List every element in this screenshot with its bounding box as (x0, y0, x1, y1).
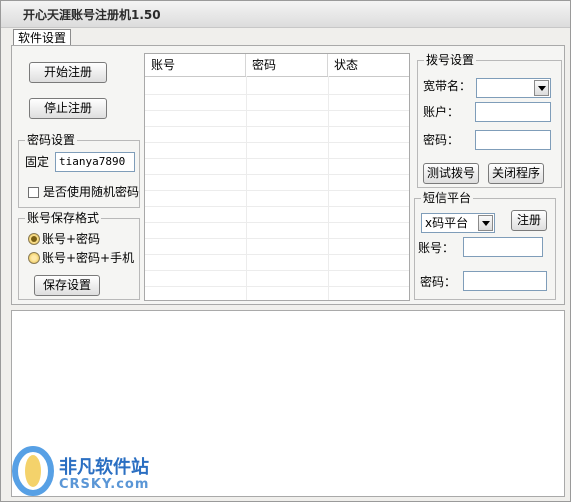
dial-account-input[interactable] (475, 102, 551, 122)
format-option-with-phone-label: 账号+密码+手机 (42, 251, 135, 265)
fixed-password-label: 固定 (25, 155, 50, 169)
app-window: 开心天涯账号注册机1.50 软件设置 开始注册 停止注册 密码设置 固定 tia… (0, 0, 571, 502)
fixed-password-input[interactable]: tianya7890 (55, 152, 135, 172)
format-option-with-phone-radio[interactable] (28, 252, 40, 264)
grid-row-line (145, 190, 409, 191)
random-password-label: 是否使用随机密码 (43, 185, 140, 199)
dial-password-label: 密码： (423, 133, 460, 147)
sms-register-button[interactable]: 注册 (511, 210, 547, 231)
sms-account-label: 账号： (418, 241, 455, 255)
grid-row-line (145, 158, 409, 159)
save-settings-button[interactable]: 保存设置 (34, 275, 100, 296)
watermark-cn-text: 非凡软件站 (59, 457, 149, 478)
sms-platform-value: x码平台 (425, 216, 469, 230)
close-program-button[interactable]: 关闭程序 (488, 163, 544, 184)
format-option-account-password-radio[interactable] (28, 233, 40, 245)
grid-row-line (145, 286, 409, 287)
grid-row-line (145, 270, 409, 271)
grid-row-line (145, 174, 409, 175)
format-option-account-password-label: 账号+密码 (42, 232, 101, 246)
grid-row-line (145, 110, 409, 111)
dial-settings-legend: 拨号设置 (424, 53, 477, 67)
window-title: 开心天涯账号注册机1.50 (23, 8, 161, 22)
sms-password-input[interactable] (463, 271, 547, 291)
grid-row-line (145, 206, 409, 207)
grid-row-line (145, 222, 409, 223)
grid-row-line (145, 126, 409, 127)
crsky-watermark: 非凡软件站 CRSKY.com (9, 441, 179, 497)
grid-column-status[interactable]: 状态 (328, 54, 409, 76)
test-dial-button[interactable]: 测试拨号 (423, 163, 479, 184)
sms-platform-select[interactable]: x码平台 (421, 213, 495, 233)
crsky-logo-icon (12, 446, 54, 496)
password-settings-legend: 密码设置 (25, 133, 78, 147)
grid-row-line (145, 238, 409, 239)
watermark-en-text: CRSKY.com (59, 477, 150, 492)
tab-software-settings[interactable]: 软件设置 (13, 29, 72, 46)
random-password-checkbox[interactable] (28, 187, 39, 198)
dial-password-input[interactable] (475, 130, 551, 150)
sms-account-input[interactable] (463, 237, 543, 257)
save-format-legend: 账号保存格式 (25, 211, 102, 225)
grid-header: 账号 密码 状态 (145, 54, 409, 77)
dial-account-label: 账户： (423, 105, 460, 119)
grid-column-password[interactable]: 密码 (246, 54, 328, 76)
broadband-name-label: 宽带名： (423, 79, 472, 93)
stop-register-button[interactable]: 停止注册 (29, 98, 107, 119)
grid-row-line (145, 254, 409, 255)
grid-column-account[interactable]: 账号 (145, 54, 246, 76)
grid-row-line (145, 94, 409, 95)
chevron-down-icon[interactable] (478, 215, 493, 231)
grid-row-line (145, 142, 409, 143)
chevron-down-icon[interactable] (534, 80, 549, 96)
start-register-button[interactable]: 开始注册 (29, 62, 107, 83)
account-grid[interactable]: 账号 密码 状态 (144, 53, 410, 301)
sms-password-label: 密码： (420, 275, 457, 289)
broadband-name-select[interactable] (476, 78, 551, 98)
sms-platform-legend: 短信平台 (421, 191, 474, 205)
title-bar: 开心天涯账号注册机1.50 (1, 1, 570, 28)
